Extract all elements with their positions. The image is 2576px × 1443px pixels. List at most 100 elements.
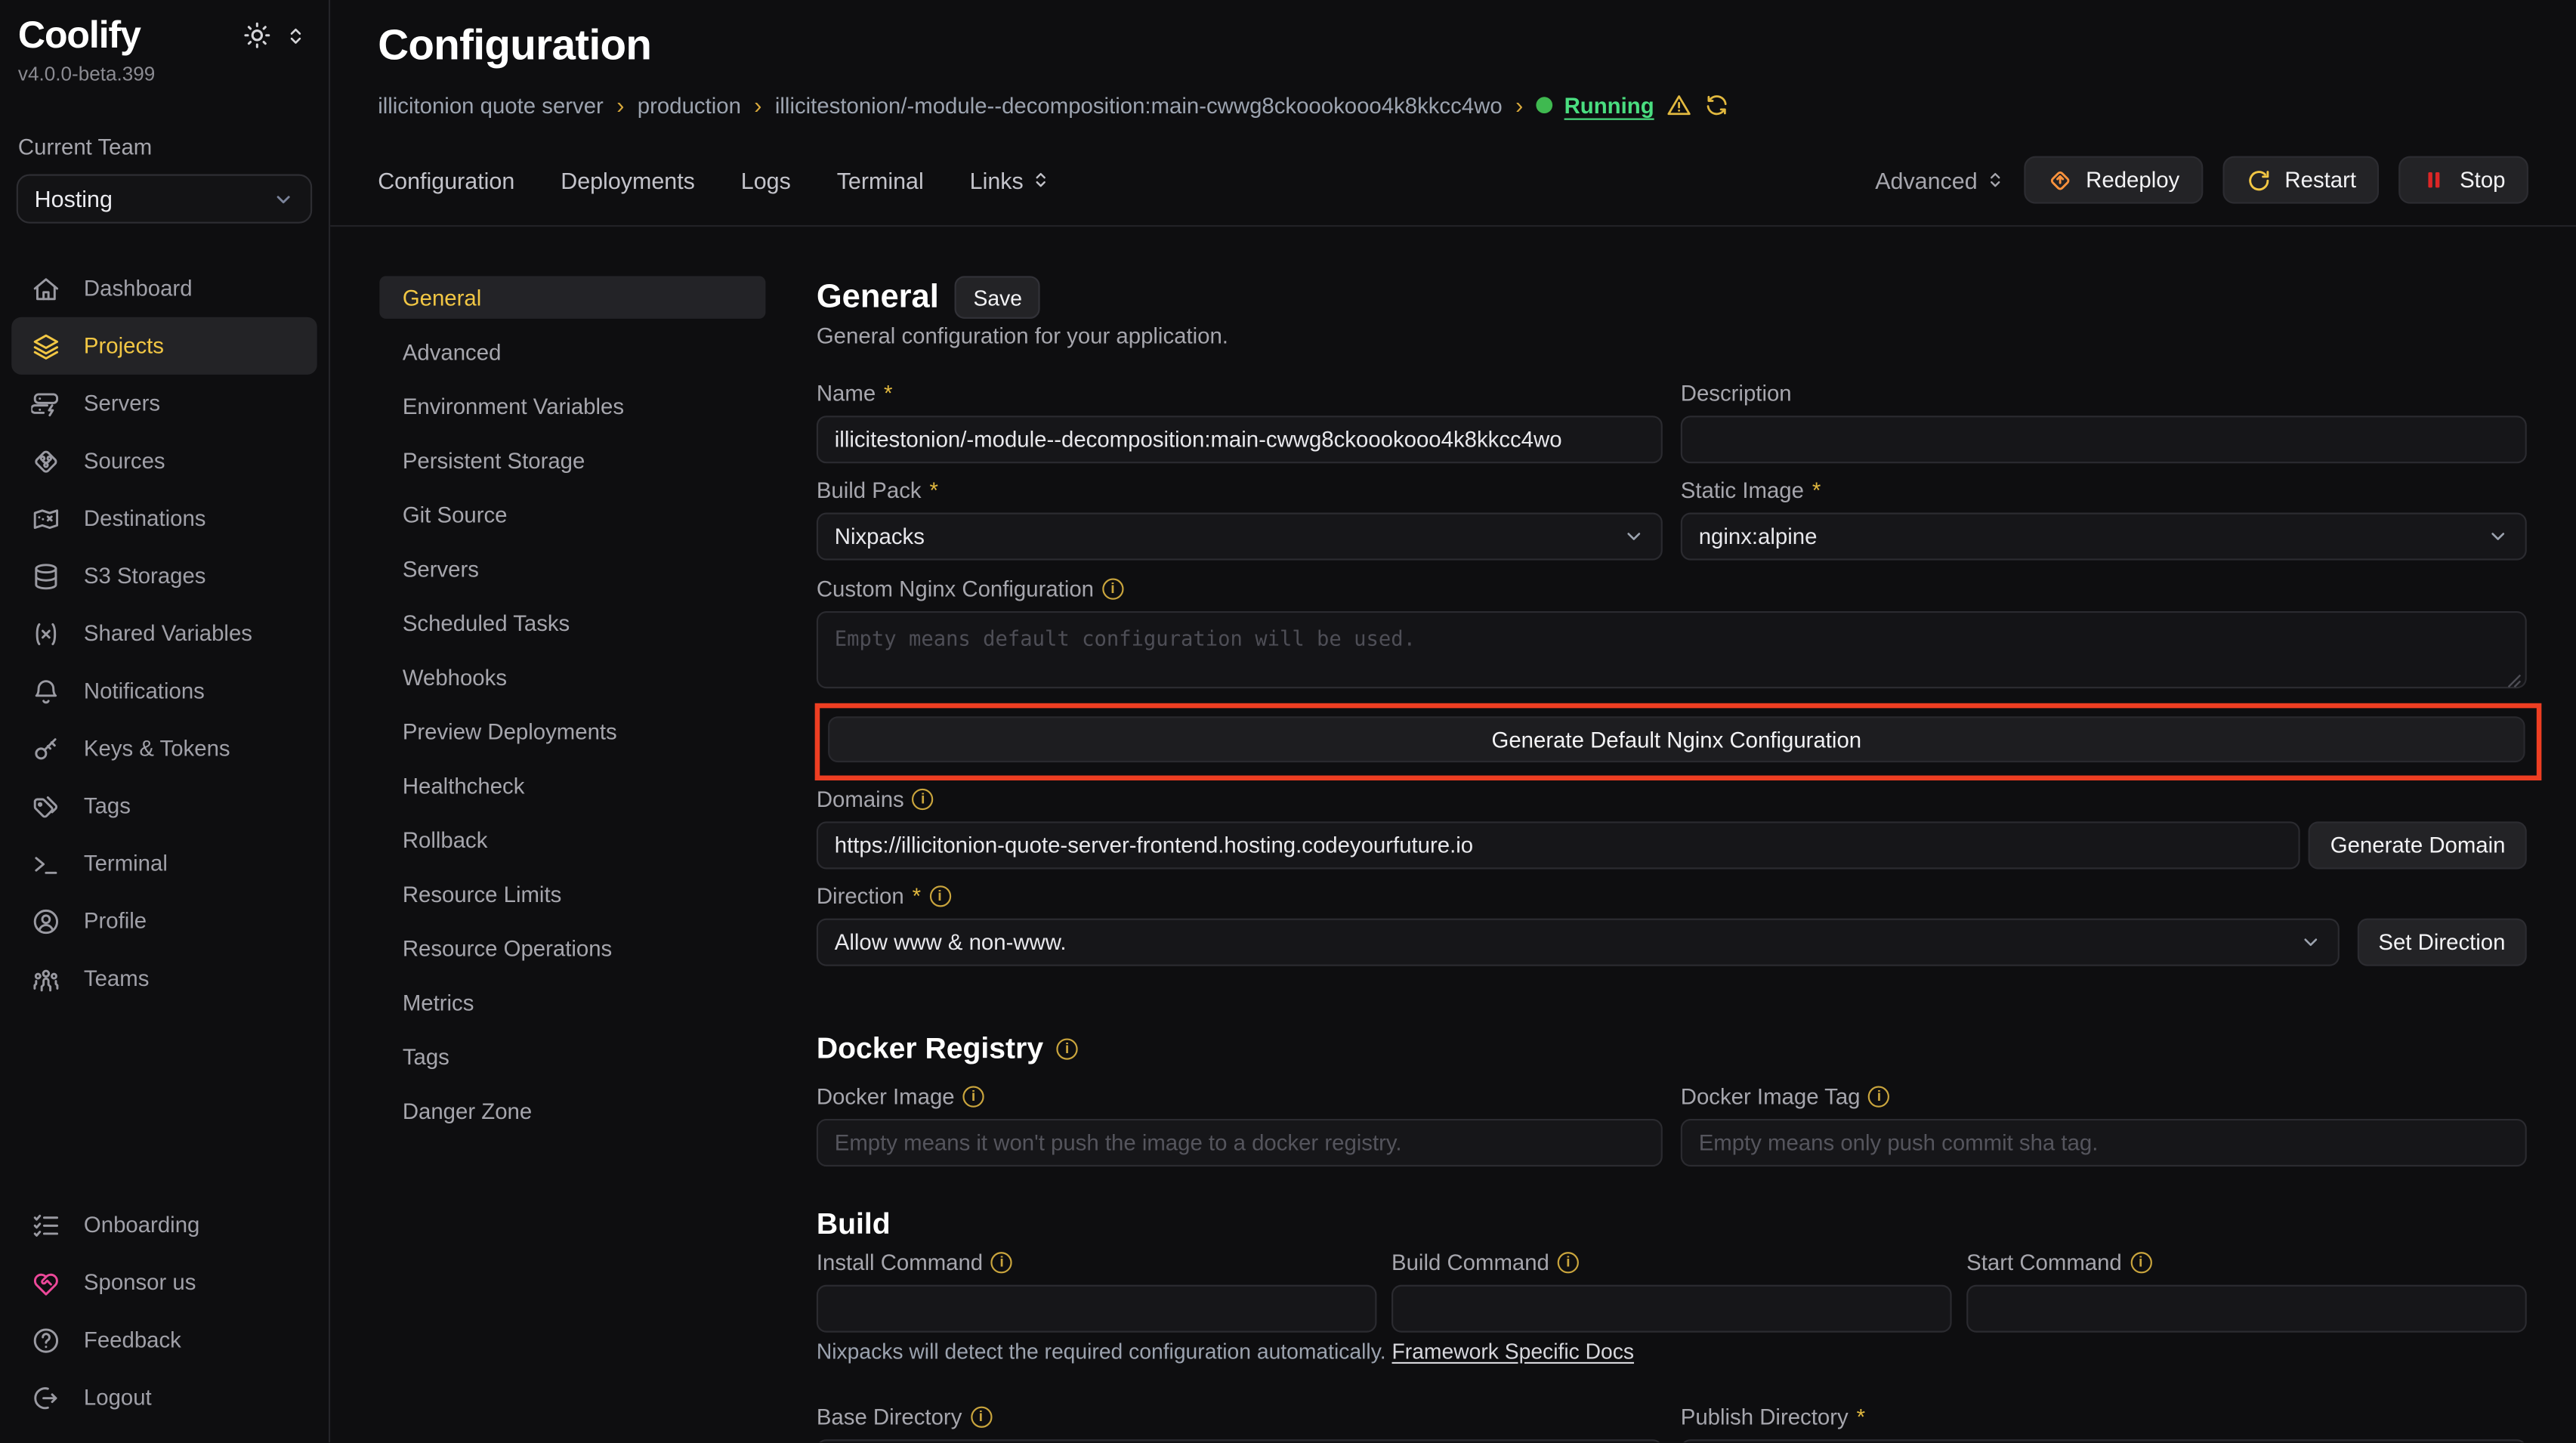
subnav-item-healthcheck[interactable]: Healthcheck bbox=[379, 764, 765, 807]
sidebar-item-sources[interactable]: Sources bbox=[11, 432, 317, 490]
status-badge: Running bbox=[1537, 92, 1730, 119]
generate-domain-button[interactable]: Generate Domain bbox=[2309, 821, 2526, 869]
sidebar-item-feedback[interactable]: Feedback bbox=[11, 1311, 317, 1368]
sidebar-item-shared-variables[interactable]: Shared Variables bbox=[11, 604, 317, 662]
sidebar-item-terminal[interactable]: Terminal bbox=[11, 835, 317, 892]
warning-icon[interactable] bbox=[1666, 92, 1692, 119]
info-icon[interactable]: i bbox=[991, 1252, 1012, 1273]
subnav-item-rollback[interactable]: Rollback bbox=[379, 818, 765, 861]
direction-select[interactable]: Allow www & non-www. bbox=[817, 919, 2339, 966]
redeploy-button[interactable]: Redeploy bbox=[2024, 156, 2203, 204]
breadcrumb-application[interactable]: illicitestonion/-module--decomposition:m… bbox=[775, 93, 1503, 118]
build-command-input[interactable] bbox=[1391, 1285, 1952, 1333]
sidebar: Coolify v4.0.0-beta.399 Current Team Hos… bbox=[0, 0, 330, 1442]
layers-icon bbox=[29, 330, 60, 361]
subnav-item-danger-zone[interactable]: Danger Zone bbox=[379, 1089, 765, 1132]
description-label: Description bbox=[1681, 382, 2527, 406]
chevrons-updown-icon bbox=[1032, 169, 1050, 190]
sidebar-item-tags[interactable]: Tags bbox=[11, 777, 317, 835]
subnav-item-general[interactable]: General bbox=[379, 276, 765, 319]
advanced-menu[interactable]: Advanced bbox=[1875, 167, 2003, 193]
chevron-down-icon bbox=[1623, 526, 1645, 547]
sidebar-item-logout[interactable]: Logout bbox=[11, 1369, 317, 1426]
static-image-select[interactable]: nginx:alpine bbox=[1681, 513, 2527, 561]
tab-terminal[interactable]: Terminal bbox=[837, 167, 924, 193]
sidebar-item-onboarding[interactable]: Onboarding bbox=[11, 1196, 317, 1253]
domains-label: Domains i bbox=[817, 787, 2527, 812]
subnav-item-webhooks[interactable]: Webhooks bbox=[379, 656, 765, 699]
stop-icon bbox=[2422, 168, 2447, 193]
instance-switcher-chevrons-icon[interactable] bbox=[286, 24, 305, 47]
name-input[interactable] bbox=[817, 416, 1663, 463]
content: General Advanced Environment Variables P… bbox=[330, 227, 2576, 1442]
status-label[interactable]: Running bbox=[1564, 93, 1654, 118]
users-icon bbox=[29, 963, 60, 993]
subnav-item-preview-deployments[interactable]: Preview Deployments bbox=[379, 709, 765, 752]
sidebar-item-s3-storages[interactable]: S3 Storages bbox=[11, 547, 317, 604]
breadcrumb-project[interactable]: illicitonion quote server bbox=[378, 93, 604, 118]
sidebar-item-sponsor-us[interactable]: Sponsor us bbox=[11, 1253, 317, 1311]
generate-default-nginx-button[interactable]: Generate Default Nginx Configuration bbox=[828, 716, 2525, 762]
sidebar-item-projects[interactable]: Projects bbox=[11, 317, 317, 375]
info-icon[interactable]: i bbox=[2130, 1252, 2151, 1273]
info-icon[interactable]: i bbox=[1102, 579, 1123, 600]
set-direction-button[interactable]: Set Direction bbox=[2357, 919, 2527, 966]
save-button[interactable]: Save bbox=[956, 276, 1040, 319]
tab-logs[interactable]: Logs bbox=[741, 167, 791, 193]
tab-links[interactable]: Links bbox=[970, 167, 1050, 193]
framework-docs-link[interactable]: Framework Specific Docs bbox=[1392, 1339, 1635, 1364]
subnav-item-servers[interactable]: Servers bbox=[379, 547, 765, 590]
restart-button[interactable]: Restart bbox=[2222, 156, 2380, 204]
tab-configuration[interactable]: Configuration bbox=[378, 167, 514, 193]
required-mark: * bbox=[884, 382, 892, 406]
sidebar-item-notifications[interactable]: Notifications bbox=[11, 662, 317, 719]
subnav-item-git-source[interactable]: Git Source bbox=[379, 493, 765, 536]
map-icon bbox=[29, 502, 60, 533]
install-command-input[interactable] bbox=[817, 1285, 1377, 1333]
subnav-item-resource-operations[interactable]: Resource Operations bbox=[379, 927, 765, 970]
breadcrumb-environment[interactable]: production bbox=[638, 93, 741, 118]
chevron-right-icon: › bbox=[754, 92, 761, 119]
subnav-item-environment-variables[interactable]: Environment Variables bbox=[379, 385, 765, 428]
info-icon[interactable]: i bbox=[1558, 1252, 1579, 1273]
sidebar-footer: Onboarding Sponsor us Feedback Logout bbox=[0, 1196, 329, 1426]
info-icon[interactable]: i bbox=[913, 789, 934, 810]
tab-deployments[interactable]: Deployments bbox=[561, 167, 695, 193]
stop-button[interactable]: Stop bbox=[2399, 156, 2528, 204]
subnav-item-tags[interactable]: Tags bbox=[379, 1035, 765, 1078]
info-icon[interactable]: i bbox=[963, 1086, 984, 1108]
sidebar-item-dashboard[interactable]: Dashboard bbox=[11, 260, 317, 317]
publish-directory-input[interactable] bbox=[1681, 1439, 2527, 1442]
current-team-label: Current Team bbox=[0, 85, 329, 159]
sidebar-item-teams[interactable]: Teams bbox=[11, 950, 317, 1007]
info-icon[interactable]: i bbox=[1057, 1038, 1078, 1059]
subnav-item-resource-limits[interactable]: Resource Limits bbox=[379, 873, 765, 916]
docker-image-tag-input[interactable] bbox=[1681, 1119, 2527, 1166]
subnav-item-scheduled-tasks[interactable]: Scheduled Tasks bbox=[379, 601, 765, 644]
sidebar-item-profile[interactable]: Profile bbox=[11, 892, 317, 950]
resize-handle-icon[interactable] bbox=[2507, 674, 2522, 689]
sidebar-item-destinations[interactable]: Destinations bbox=[11, 490, 317, 547]
chevron-right-icon: › bbox=[1515, 92, 1523, 119]
info-icon[interactable]: i bbox=[970, 1407, 991, 1428]
app-window: Coolify v4.0.0-beta.399 Current Team Hos… bbox=[0, 0, 2576, 1442]
base-directory-input[interactable] bbox=[817, 1439, 1663, 1442]
docker-image-input[interactable] bbox=[817, 1119, 1663, 1166]
subnav-item-advanced[interactable]: Advanced bbox=[379, 330, 765, 373]
description-input[interactable] bbox=[1681, 416, 2527, 463]
build-pack-select[interactable]: Nixpacks bbox=[817, 513, 1663, 561]
theme-toggle-sun-icon[interactable] bbox=[243, 21, 271, 49]
subnav-item-persistent-storage[interactable]: Persistent Storage bbox=[379, 439, 765, 482]
sidebar-item-keys-tokens[interactable]: Keys & Tokens bbox=[11, 720, 317, 777]
sidebar-nav: Dashboard Projects Servers Sources Desti… bbox=[0, 260, 329, 1008]
refresh-icon[interactable] bbox=[1703, 92, 1730, 119]
start-command-input[interactable] bbox=[1966, 1285, 2527, 1333]
subnav-item-metrics[interactable]: Metrics bbox=[379, 981, 765, 1024]
custom-nginx-textarea[interactable] bbox=[817, 611, 2527, 688]
domains-input[interactable] bbox=[817, 821, 2301, 869]
database-icon bbox=[29, 561, 60, 592]
info-icon[interactable]: i bbox=[1868, 1086, 1889, 1108]
team-select[interactable]: Hosting bbox=[17, 175, 312, 224]
info-icon[interactable]: i bbox=[929, 885, 950, 907]
sidebar-item-servers[interactable]: Servers bbox=[11, 375, 317, 432]
